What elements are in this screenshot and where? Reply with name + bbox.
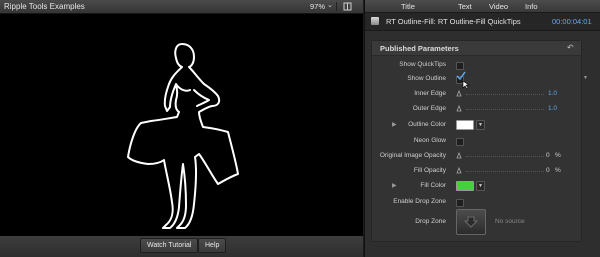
video-canvas[interactable] — [0, 14, 363, 236]
slider-icon — [456, 105, 462, 112]
outline-silhouette-image — [127, 43, 239, 229]
fill-opacity-slider[interactable] — [466, 171, 544, 173]
show-quicktips-checkbox[interactable] — [456, 62, 464, 70]
fill-color-label: Fill Color — [420, 182, 446, 189]
chevron-down-icon[interactable]: ⌄ — [327, 1, 333, 9]
enable-drop-zone-label: Enable Drop Zone — [393, 198, 446, 205]
watch-tutorial-button[interactable]: Watch Tutorial — [140, 238, 199, 253]
percent-unit: % — [555, 152, 561, 159]
drop-arrow-icon — [464, 216, 478, 228]
section-header: Published Parameters ↶ — [372, 41, 581, 56]
inner-edge-value[interactable]: 1.0 — [548, 90, 557, 97]
timecode: 00:00:04:01 — [552, 17, 592, 26]
fill-opacity-value[interactable]: 0 — [546, 167, 550, 174]
slider-icon — [456, 167, 462, 174]
inner-edge-label: Inner Edge — [414, 90, 446, 97]
viewer-footer: Watch Tutorial Help — [0, 236, 363, 257]
enable-drop-zone-checkbox[interactable] — [456, 199, 464, 207]
published-parameters-section: Published Parameters ↶ Show QuickTips Sh… — [371, 40, 582, 242]
outline-color-swatch[interactable] — [456, 120, 474, 130]
neon-glow-checkbox[interactable] — [456, 138, 464, 146]
outer-edge-label: Outer Edge — [412, 105, 446, 112]
viewer-panel: Ripple Tools Examples 97% ⌄ Watch Tutori… — [0, 0, 363, 257]
inspector-tabs: Title Text Video Info — [365, 0, 600, 13]
fill-color-swatch[interactable] — [456, 181, 474, 191]
original-image-opacity-label: Original Image Opacity — [379, 152, 446, 159]
tab-title[interactable]: Title — [401, 2, 415, 11]
chevron-down-icon[interactable]: ▼ — [476, 181, 485, 191]
show-outline-label: Show Outline — [407, 75, 446, 82]
divider — [336, 2, 337, 11]
inspector-panel: Title Text Video Info RT Outline-Fill: R… — [364, 0, 600, 257]
drop-zone-status: No source — [495, 218, 525, 225]
disclosure-triangle-icon[interactable]: ▶ — [392, 182, 397, 189]
outer-edge-value[interactable]: 1.0 — [548, 105, 557, 112]
chevron-down-icon[interactable]: ▼ — [476, 120, 485, 130]
inspector-header: RT Outline-Fill: RT Outline-Fill QuickTi… — [365, 13, 600, 31]
original-image-opacity-slider[interactable] — [466, 156, 544, 158]
tab-text[interactable]: Text — [458, 2, 472, 11]
section-title: Published Parameters — [380, 44, 459, 53]
fill-opacity-label: Fill Opacity — [413, 167, 446, 174]
slider-icon — [456, 90, 462, 97]
zoom-menu[interactable]: 97% — [310, 2, 325, 11]
outline-color-label: Outline Color — [408, 121, 446, 128]
tab-video[interactable]: Video — [489, 2, 508, 11]
scroll-indicator-icon[interactable]: ▼ — [583, 75, 588, 81]
reset-icon[interactable]: ↶ — [567, 43, 574, 52]
disclosure-triangle-icon[interactable]: ▶ — [392, 121, 397, 128]
mouse-cursor-icon — [462, 80, 470, 90]
viewer-title: Ripple Tools Examples — [4, 2, 85, 11]
slider-icon — [456, 152, 462, 159]
help-button[interactable]: Help — [198, 238, 227, 253]
inner-edge-slider[interactable] — [466, 94, 544, 96]
original-image-opacity-value[interactable]: 0 — [546, 152, 550, 159]
tab-info[interactable]: Info — [525, 2, 538, 11]
effect-title: RT Outline-Fill: RT Outline-Fill QuickTi… — [386, 17, 521, 26]
neon-glow-label: Neon Glow — [413, 137, 446, 144]
view-options-icon[interactable] — [343, 2, 352, 11]
show-quicktips-label: Show QuickTips — [399, 61, 446, 68]
outer-edge-slider[interactable] — [466, 109, 544, 111]
percent-unit: % — [555, 167, 561, 174]
viewer-header: Ripple Tools Examples 97% ⌄ — [0, 0, 363, 14]
drop-zone-label: Drop Zone — [415, 218, 446, 225]
effect-icon — [371, 17, 379, 25]
drop-zone-well[interactable] — [456, 209, 486, 235]
